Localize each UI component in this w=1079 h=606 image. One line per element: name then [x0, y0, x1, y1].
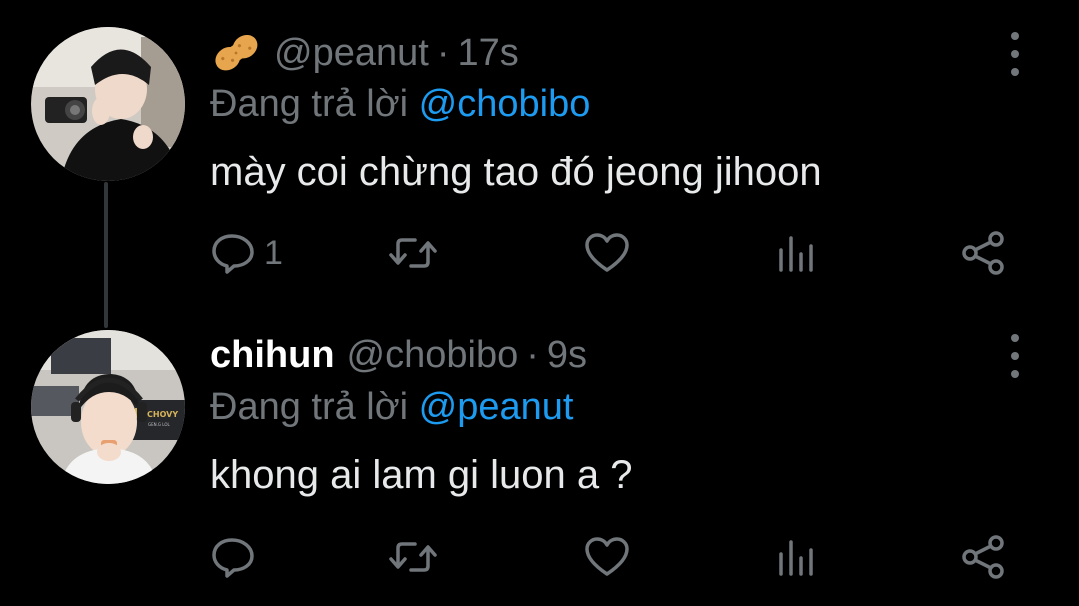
avatar[interactable]: CHOVY GEN.G LOL [31, 330, 185, 484]
tweet-text: khong ai lam gi luon a ? [210, 453, 633, 497]
avatar-badge-text: CHOVY [147, 410, 178, 419]
retweet-icon [389, 238, 437, 268]
peanut-emoji-icon [215, 34, 258, 71]
mention-link[interactable]: @peanut [419, 386, 574, 428]
separator-dot: · [436, 31, 450, 74]
reply-count: 1 [264, 233, 283, 272]
tweet-header: @peanut · 17s [210, 28, 519, 78]
retweet-button[interactable] [388, 228, 438, 278]
more-icon-dot [1011, 370, 1019, 378]
replying-to-line: Đang trả lời @chobibo [210, 83, 590, 126]
replying-to-line: Đang trả lời @peanut [210, 386, 573, 429]
more-options-button[interactable] [1000, 32, 1030, 76]
more-icon-dot [1011, 50, 1019, 58]
more-icon-dot [1011, 352, 1019, 360]
replying-to-label: Đang trả lời [210, 83, 409, 125]
replying-to-label: Đang trả lời [210, 386, 409, 428]
reply-icon [212, 234, 254, 274]
more-icon-dot [1011, 32, 1019, 40]
reply-button[interactable] [210, 532, 260, 582]
avatar-badge-subtext: GEN.G LOL [148, 422, 170, 427]
separator-dot: · [526, 333, 539, 376]
tweet-handle[interactable]: @peanut [274, 32, 429, 75]
share-button[interactable] [958, 228, 1008, 278]
like-icon [585, 537, 629, 576]
views-button[interactable] [772, 532, 822, 582]
reply-button[interactable]: 1 [210, 228, 283, 278]
views-button[interactable] [772, 228, 822, 278]
tweet-actions [210, 532, 1010, 582]
share-button[interactable] [958, 532, 1008, 582]
tweet-time[interactable]: 17s [457, 32, 518, 75]
share-icon [962, 535, 1004, 579]
views-icon [779, 540, 813, 576]
tweet-actions: 1 [210, 228, 1010, 278]
reply-icon [212, 538, 254, 578]
tweet-peanut[interactable]: @peanut · 17s Đang trả lời @chobibo mày … [0, 0, 1079, 300]
tweet-handle[interactable]: @chobibo [347, 334, 519, 377]
like-button[interactable] [582, 532, 632, 582]
retweet-icon [389, 542, 437, 572]
tweet-chihun[interactable]: CHOVY GEN.G LOL chihun @chobibo · 9s Đan… [0, 300, 1079, 606]
tweet-time[interactable]: 9s [547, 334, 587, 377]
more-icon-dot [1011, 68, 1019, 76]
like-button[interactable] [582, 228, 632, 278]
tweet-text: mày coi chừng tao đó jeong jihoon [210, 150, 822, 194]
share-icon [962, 231, 1004, 275]
avatar[interactable] [31, 27, 185, 181]
views-icon [779, 236, 813, 272]
more-options-button[interactable] [1000, 334, 1030, 378]
like-icon [585, 233, 629, 272]
more-icon-dot [1011, 334, 1019, 342]
retweet-button[interactable] [388, 532, 438, 582]
tweet-header: chihun @chobibo · 9s [210, 330, 587, 380]
display-name[interactable]: chihun [210, 334, 335, 377]
mention-link[interactable]: @chobibo [419, 83, 591, 125]
